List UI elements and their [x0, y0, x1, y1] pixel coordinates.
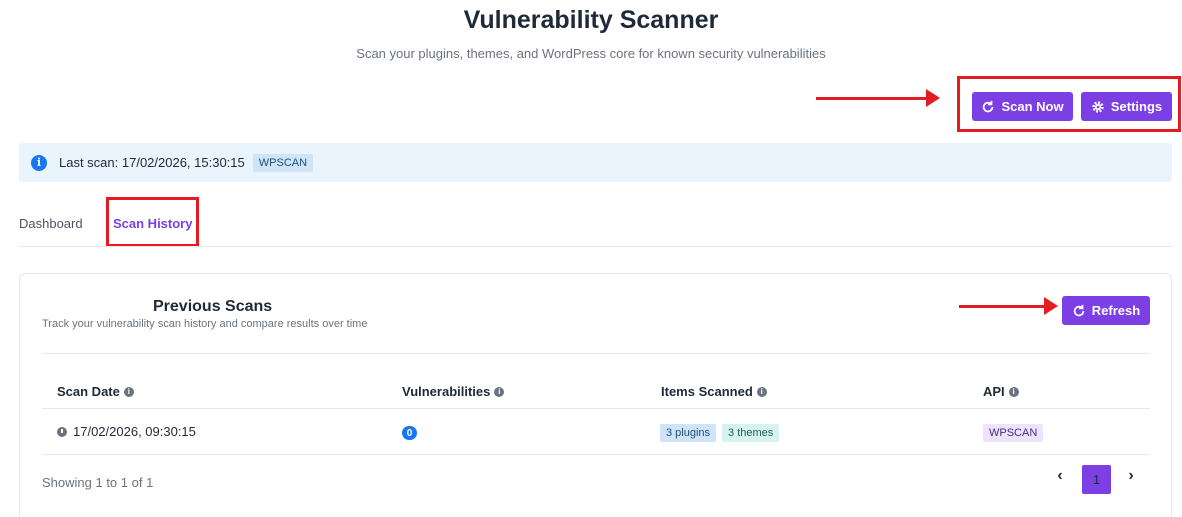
- scan-now-label: Scan Now: [1001, 99, 1064, 114]
- gear-icon: [1092, 100, 1104, 113]
- last-scan-bar: i Last scan: 17/02/2026, 15:30:15 WPSCAN: [19, 143, 1172, 182]
- annotation-arrow-refresh: [959, 297, 1058, 315]
- tab-divider: [19, 246, 1172, 247]
- refresh-label: Refresh: [1091, 303, 1141, 318]
- help-icon: i: [123, 386, 134, 397]
- card-subtitle: Track your vulnerability scan history an…: [42, 318, 368, 330]
- api-badge: WPSCAN: [983, 424, 1044, 442]
- settings-label: Settings: [1110, 99, 1163, 114]
- scan-date: 17/02/2026, 09:30:15: [73, 424, 196, 439]
- help-icon: i: [756, 386, 767, 397]
- col-header-vulnerabilities[interactable]: Vulnerabilities i: [402, 384, 505, 399]
- help-icon: i: [494, 386, 505, 397]
- refresh-icon: [983, 100, 994, 112]
- chevron-right-icon[interactable]: ›: [1121, 467, 1141, 485]
- refresh-button[interactable]: Refresh: [1062, 296, 1150, 325]
- settings-button[interactable]: Settings: [1081, 92, 1172, 121]
- col-header-items-scanned[interactable]: Items Scanned i: [661, 384, 767, 399]
- previous-scans-card: Previous Scans Track your vulnerability …: [19, 273, 1172, 517]
- refresh-icon: [1073, 304, 1085, 316]
- col-header-api[interactable]: API i: [983, 384, 1019, 399]
- table-row: 17/02/2026, 09:30:15: [57, 424, 196, 439]
- annotation-arrow-actions: [816, 89, 940, 107]
- items-cell: 3 plugins 3 themes: [660, 424, 780, 442]
- card-title: Previous Scans: [153, 298, 273, 315]
- api-badge: WPSCAN: [252, 153, 314, 172]
- tab-dashboard[interactable]: Dashboard: [19, 216, 83, 231]
- page-title: Vulnerability Scanner: [463, 6, 719, 34]
- row-divider: [42, 454, 1150, 455]
- last-scan-text: Last scan: 17/02/2026, 15:30:15: [59, 155, 245, 170]
- clock-icon: [57, 426, 67, 437]
- card-divider: [42, 353, 1150, 354]
- vuln-count-badge: 0: [402, 426, 417, 440]
- plugins-badge: 3 plugins: [660, 424, 717, 442]
- chevron-left-icon[interactable]: ‹: [1050, 467, 1070, 485]
- info-icon: i: [31, 154, 47, 171]
- help-icon: i: [1008, 386, 1019, 397]
- themes-badge: 3 themes: [722, 424, 780, 442]
- vuln-cell: 0: [402, 424, 417, 440]
- pagination-summary: Showing 1 to 1 of 1: [42, 475, 154, 490]
- api-cell: WPSCAN: [983, 424, 1044, 442]
- scan-now-button[interactable]: Scan Now: [972, 92, 1073, 121]
- page-button-1[interactable]: 1: [1082, 465, 1111, 494]
- annotation-box-tab: [106, 197, 199, 247]
- header-divider: [42, 408, 1150, 409]
- col-header-scan-date[interactable]: Scan Date i: [57, 384, 134, 399]
- page-subtitle: Scan your plugins, themes, and WordPress…: [356, 46, 826, 61]
